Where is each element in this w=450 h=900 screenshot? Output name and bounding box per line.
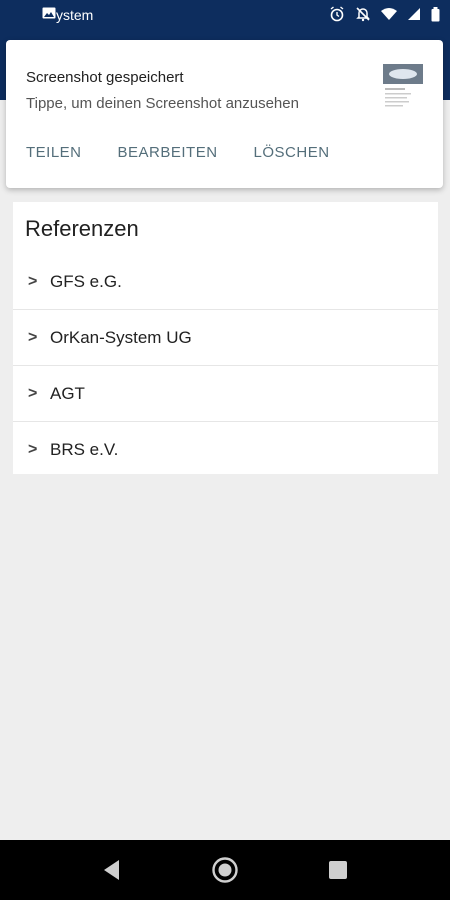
back-button[interactable] (99, 857, 125, 883)
navigation-bar (0, 840, 450, 900)
signal-icon (407, 7, 421, 21)
recent-apps-icon (329, 861, 347, 879)
image-icon (42, 6, 56, 24)
list-item-label: BRS e.V. (50, 439, 119, 459)
screenshot-notification[interactable]: Screenshot gespeichert Tippe, um deinen … (6, 40, 443, 188)
battery-icon (431, 6, 440, 22)
page-title: Referenzen (25, 216, 139, 241)
chevron-right-icon: > (28, 440, 38, 458)
list-item[interactable]: > GFS e.G. (13, 254, 438, 310)
references-list: > GFS e.G. > OrKan-System UG > AGT > BRS… (13, 254, 438, 477)
edit-button[interactable]: BEARBEITEN (118, 144, 218, 161)
home-icon (212, 857, 238, 883)
chevron-right-icon: > (28, 384, 38, 402)
share-button[interactable]: TEILEN (26, 144, 82, 161)
list-item[interactable]: > AGT (13, 366, 438, 422)
home-button[interactable] (212, 857, 238, 883)
list-item[interactable]: > OrKan-System UG (13, 310, 438, 366)
status-icons (329, 6, 440, 22)
status-bar: ystem (0, 0, 450, 32)
wifi-icon (381, 7, 397, 21)
recent-apps-button[interactable] (325, 857, 351, 883)
status-left: ystem (42, 6, 93, 24)
list-item-label: AGT (50, 383, 85, 403)
notification-actions: TEILEN BEARBEITEN LÖSCHEN (26, 144, 366, 161)
list-item-label: GFS e.G. (50, 271, 122, 291)
notification-title: Screenshot gespeichert (26, 69, 184, 86)
list-item[interactable]: > BRS e.V. (13, 422, 438, 477)
alarm-icon (329, 6, 345, 22)
status-app-name: ystem (56, 7, 94, 23)
notifications-off-icon (355, 6, 371, 22)
list-item-label: OrKan-System UG (50, 327, 192, 347)
chevron-right-icon: > (28, 328, 38, 346)
notification-text: Tippe, um deinen Screenshot anzusehen (26, 95, 299, 112)
chevron-right-icon: > (28, 272, 38, 290)
references-card: Referenzen > GFS e.G. > OrKan-System UG … (13, 202, 438, 474)
delete-button[interactable]: LÖSCHEN (254, 144, 330, 161)
screenshot-thumbnail[interactable] (383, 64, 423, 112)
back-icon (104, 860, 119, 880)
